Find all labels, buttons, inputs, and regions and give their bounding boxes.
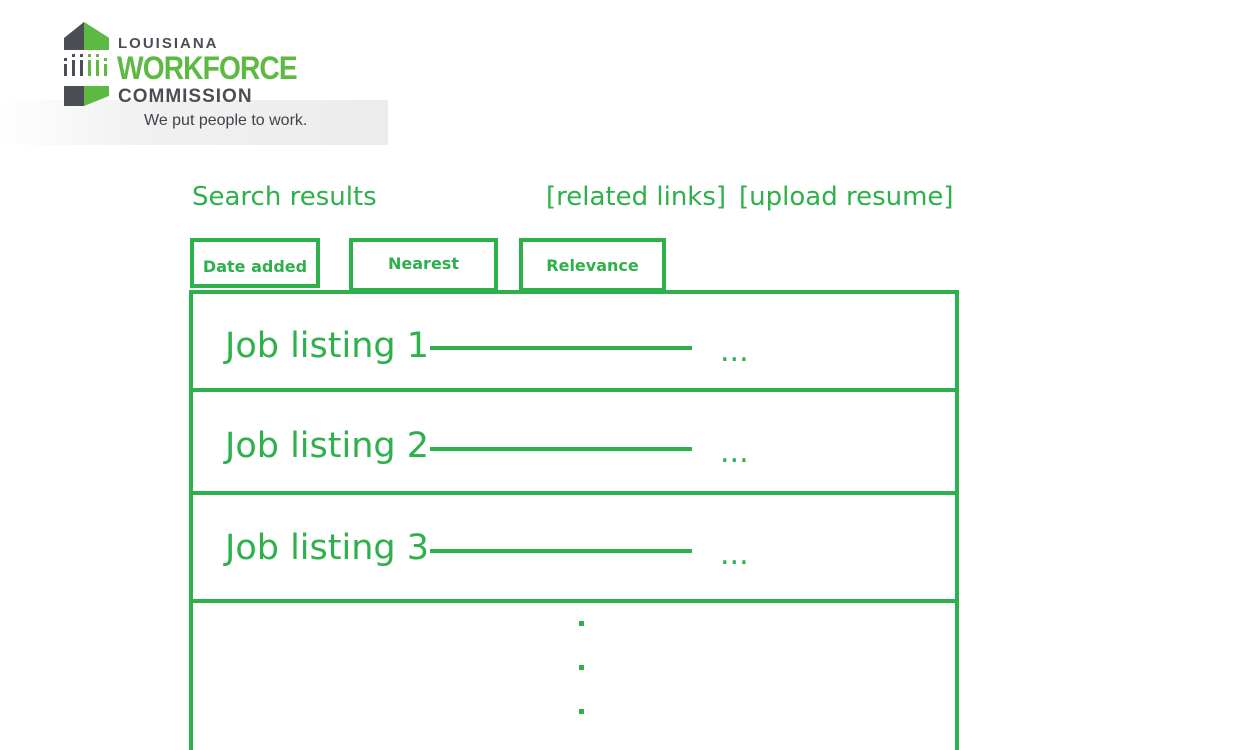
logo-text-workforce: WORKFORCE — [117, 50, 298, 86]
job-listing-title[interactable]: Job listing 1 — [225, 326, 429, 366]
job-listing-summary-line — [430, 549, 692, 553]
page-title: Search results — [192, 182, 377, 212]
job-listing-title[interactable]: Job listing 2 — [225, 426, 429, 466]
sort-tab-nearest[interactable]: Nearest — [349, 238, 498, 292]
more-results-dot — [579, 709, 584, 714]
job-listing-row-2[interactable]: Job listing 2 ... — [193, 392, 955, 495]
more-results-dot — [579, 665, 584, 670]
job-listing-title[interactable]: Job listing 3 — [225, 528, 429, 568]
job-listing-more[interactable]: ... — [720, 435, 749, 470]
job-listing-more[interactable]: ... — [720, 537, 749, 572]
job-listing-more[interactable]: ... — [720, 334, 749, 369]
building-logo-mark-icon — [64, 22, 109, 106]
louisiana-workforce-commission-logo[interactable]: LOUISIANA WORKFORCE COMMISSION We put pe… — [62, 20, 362, 135]
related-links-link[interactable]: [related links] — [546, 182, 726, 212]
sort-tab-relevance[interactable]: Relevance — [519, 238, 666, 292]
job-listing-summary-line — [430, 346, 692, 350]
job-listing-row-1[interactable]: Job listing 1 ... — [193, 294, 955, 392]
job-listing-summary-line — [430, 447, 692, 451]
job-listing-row-3[interactable]: Job listing 3 ... — [193, 495, 955, 603]
more-results-dot — [579, 621, 584, 626]
logo-tagline: We put people to work. — [144, 112, 308, 129]
results-list: Job listing 1 ... Job listing 2 ... Job … — [189, 290, 959, 750]
logo-text-commission: COMMISSION — [118, 86, 253, 107]
sort-tab-date-added[interactable]: Date added — [190, 238, 320, 288]
upload-resume-link[interactable]: [upload resume] — [739, 182, 954, 212]
